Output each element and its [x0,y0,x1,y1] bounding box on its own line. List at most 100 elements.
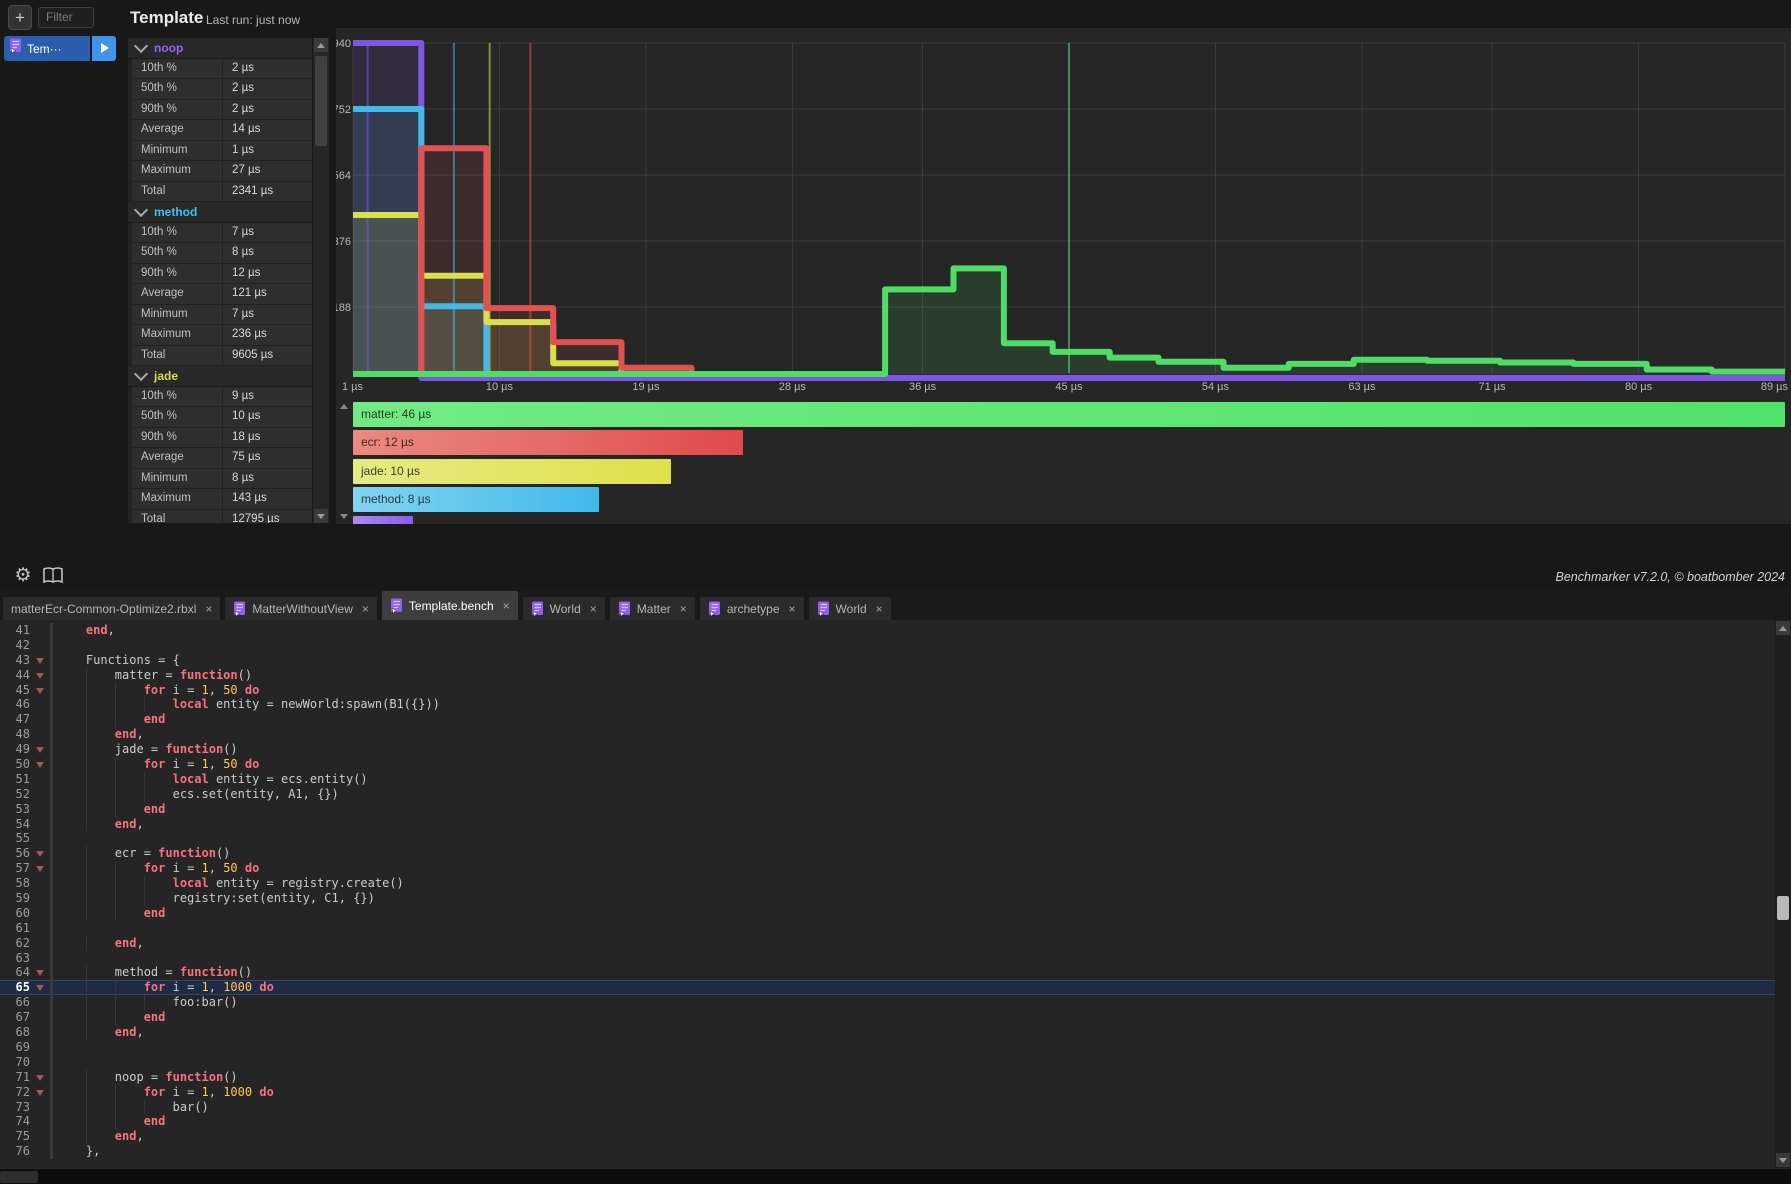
fold-arrow-icon[interactable] [30,668,50,683]
code-line-49[interactable]: 49 jade = function() [0,742,1775,757]
legend-scroll-up-icon[interactable] [340,404,348,409]
tab-close-icon[interactable]: × [680,602,687,616]
code-line-58[interactable]: 58 local entity = registry.create() [0,876,1775,891]
tab-close-icon[interactable]: × [876,602,883,616]
run-benchmark-button[interactable] [92,36,116,61]
sidebar-item-template-bench[interactable]: Tem··· [4,36,90,61]
line-number: 74 [0,1114,30,1129]
code-line-75[interactable]: 75 end, [0,1129,1775,1144]
book-icon [42,566,64,586]
editor-scroll-up-button[interactable] [1776,621,1790,635]
tab-archetype[interactable]: archetype× [700,597,804,620]
tab-matterwithoutview[interactable]: MatterWithoutView× [225,597,377,620]
code-line-70[interactable]: 70 [0,1055,1775,1070]
tab-label: Template.bench [409,599,494,613]
stats-scroll-down-button[interactable] [314,509,328,523]
code-line-41[interactable]: 41 end, [0,623,1775,638]
code-line-65[interactable]: 65 for i = 1, 1000 do [0,980,1775,995]
fold-arrow-icon[interactable] [30,965,50,980]
indent-guide [115,995,116,1010]
bench-script-icon [9,38,22,59]
code-line-54[interactable]: 54 end, [0,817,1775,832]
filter-input[interactable]: Filter [38,7,94,28]
editor-scroll-down-button[interactable] [1776,1153,1790,1167]
legend-bar-jade[interactable]: jade: 10 µs [353,459,671,484]
legend-bar-method[interactable]: method: 8 µs [353,487,599,512]
code-line-55[interactable]: 55 [0,831,1775,846]
code-line-66[interactable]: 66 foo:bar() [0,995,1775,1010]
fold-arrow-icon[interactable] [30,742,50,757]
code-line-47[interactable]: 47 end [0,712,1775,727]
legend-bar-ecr[interactable]: ecr: 12 µs [353,430,743,455]
line-number: 46 [0,697,30,712]
settings-gear-icon[interactable]: ⚙ [12,565,34,587]
editor-hscroll-thumb[interactable] [0,1171,38,1183]
docs-book-icon[interactable] [42,566,64,586]
code-line-43[interactable]: 43 Functions = { [0,653,1775,668]
code-line-67[interactable]: 67 end [0,1010,1775,1025]
fold-arrow-icon[interactable] [30,1085,50,1100]
code-line-50[interactable]: 50 for i = 1, 50 do [0,757,1775,772]
code-line-46[interactable]: 46 local entity = newWorld:spawn(B1({})) [0,697,1775,712]
code-line-63[interactable]: 63 [0,951,1775,966]
code-line-45[interactable]: 45 for i = 1, 50 do [0,683,1775,698]
editor-vscroll-thumb[interactable] [1777,896,1789,920]
tab-matter[interactable]: Matter× [610,597,695,620]
stats-section-header-jade[interactable]: jade [128,366,312,387]
stats-section-header-method[interactable]: method [128,202,312,223]
code-line-74[interactable]: 74 end [0,1114,1775,1129]
code-line-61[interactable]: 61 [0,921,1775,936]
fold-arrow-icon[interactable] [30,846,50,861]
tab-close-icon[interactable]: × [362,602,369,616]
tab-close-icon[interactable]: × [503,599,510,613]
code-line-48[interactable]: 48 end, [0,727,1775,742]
code-line-60[interactable]: 60 end [0,906,1775,921]
editor-vertical-scrollbar[interactable] [1775,620,1791,1168]
editor-horizontal-scrollbar[interactable] [0,1168,1791,1184]
code-line-69[interactable]: 69 [0,1040,1775,1055]
code-line-72[interactable]: 72 for i = 1, 1000 do [0,1085,1775,1100]
code-line-57[interactable]: 57 for i = 1, 50 do [0,861,1775,876]
fold-arrow-icon[interactable] [30,1070,50,1085]
fold-arrow-icon[interactable] [30,861,50,876]
legend-bar-noop[interactable] [353,516,413,524]
code-line-62[interactable]: 62 end, [0,936,1775,951]
code-line-52[interactable]: 52 ecs.set(entity, A1, {}) [0,787,1775,802]
legend-scroll-down-icon[interactable] [340,514,348,519]
line-number: 41 [0,623,30,638]
tab-matterecr-common-optimize2-rbxl[interactable]: matterEcr-Common-Optimize2.rbxl× [3,597,220,620]
tab-world[interactable]: World× [809,597,891,620]
stats-scrollbar-thumb[interactable] [315,56,327,146]
legend-label: ecr: 12 µs [361,435,414,449]
tab-template-bench[interactable]: Template.bench × [382,591,518,620]
indent-guide [115,980,116,995]
add-benchmark-button[interactable]: + [8,5,32,30]
code-line-64[interactable]: 64 method = function() [0,965,1775,980]
code-line-42[interactable]: 42 [0,638,1775,653]
code-line-53[interactable]: 53 end [0,802,1775,817]
legend-bar-matter[interactable]: matter: 46 µs [353,402,1785,427]
fold-arrow-icon[interactable] [30,980,50,995]
code-editor[interactable]: 41 end,4243 Functions = {44 matter = fun… [0,620,1775,1171]
code-line-56[interactable]: 56 ecr = function() [0,846,1775,861]
tab-close-icon[interactable]: × [590,602,597,616]
tab-world[interactable]: World× [523,597,605,620]
tab-close-icon[interactable]: × [789,602,796,616]
code-line-59[interactable]: 59 registry:set(entity, C1, {}) [0,891,1775,906]
fold-arrow-icon[interactable] [30,653,50,668]
code-line-51[interactable]: 51 local entity = ecs.entity() [0,772,1775,787]
tab-close-icon[interactable]: × [205,602,212,616]
stats-section-header-noop[interactable]: noop [128,38,312,59]
fold-arrow-icon[interactable] [30,683,50,698]
code-line-44[interactable]: 44 matter = function() [0,668,1775,683]
indent-guide [115,683,116,698]
stats-scrollbar[interactable] [313,38,329,523]
code-line-76[interactable]: 76 }, [0,1144,1775,1159]
stats-scroll-up-button[interactable] [314,38,328,52]
code-line-73[interactable]: 73 bar() [0,1100,1775,1115]
code-line-68[interactable]: 68 end, [0,1025,1775,1040]
script-icon [817,601,830,617]
code-line-71[interactable]: 71 noop = function() [0,1070,1775,1085]
fold-arrow-icon[interactable] [30,757,50,772]
indent-guide [115,876,116,891]
